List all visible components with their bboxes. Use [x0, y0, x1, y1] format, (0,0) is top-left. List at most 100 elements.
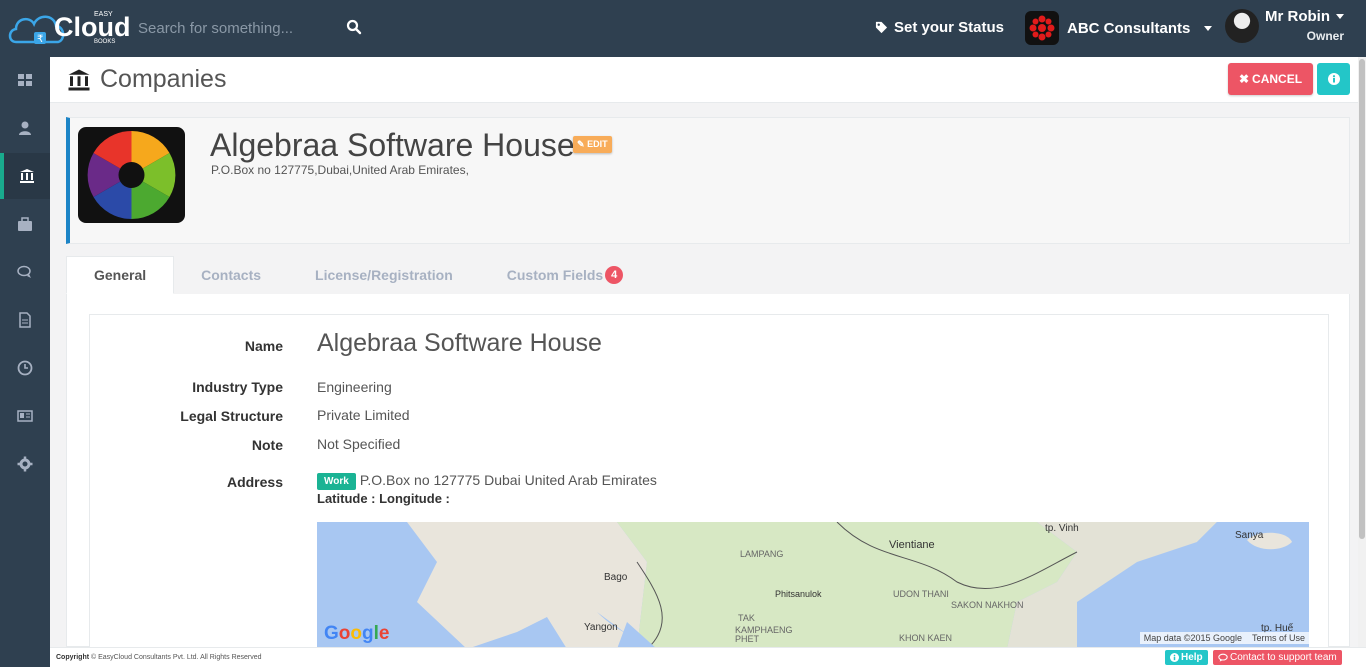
sidebar-item-companies[interactable] — [0, 153, 50, 199]
user-name: Mr Robin — [1265, 8, 1330, 25]
cancel-button[interactable]: ✖ CANCEL — [1228, 63, 1313, 95]
bank-icon — [20, 169, 34, 183]
map-attribution: Map data ©2015 Google Terms of Use — [1139, 632, 1309, 644]
address-value-row: Work P.O.Box no 127775 Dubai United Arab … — [317, 472, 657, 490]
custom-fields-count-badge: 4 — [605, 266, 624, 284]
help-button[interactable]: Help — [1165, 650, 1208, 665]
support-label: Contact to support team — [1230, 652, 1337, 663]
logo-sub: BOOKS — [94, 39, 116, 45]
bank-icon — [68, 69, 90, 90]
sidebar-item-settings[interactable] — [0, 441, 50, 487]
clock-icon — [17, 360, 33, 376]
sidebar-item-dashboard[interactable] — [0, 57, 50, 103]
page-scrollbar[interactable] — [1358, 57, 1366, 647]
name-label: Name — [244, 338, 283, 354]
tab-contacts[interactable]: Contacts — [174, 256, 288, 294]
footer: Copyright © EasyCloud Consultants Pvt. L… — [50, 647, 1366, 667]
search-bar[interactable]: Search for something... — [138, 16, 368, 40]
info-icon — [1170, 653, 1179, 662]
id-card-icon — [17, 410, 33, 422]
sidebar — [0, 57, 50, 667]
sidebar-item-contacts[interactable] — [0, 393, 50, 439]
sidebar-item-users[interactable] — [0, 105, 50, 151]
document-icon — [19, 312, 31, 328]
legal-structure-value: Private Limited — [317, 407, 410, 423]
map-label-tak: TAK — [738, 613, 755, 623]
tabs: General Contacts License/Registration Cu… — [66, 256, 1350, 294]
industry-type-value: Engineering — [317, 379, 392, 395]
sidebar-item-timesheet[interactable] — [0, 345, 50, 391]
sidebar-item-messages[interactable] — [0, 249, 50, 295]
address-map[interactable]: tp. Vinh Sanya Vientiane LAMPANG Bago Ph… — [317, 522, 1309, 649]
copyright-rest: © EasyCloud Consultants Pvt. Ltd. All Ri… — [91, 654, 262, 661]
company-switcher-name: ABC Consultants — [1067, 19, 1191, 37]
company-details: Name Algebraa Software House Industry Ty… — [89, 314, 1329, 667]
map-label-sakon-nakhon: SAKON NAKHON — [951, 600, 1024, 610]
copyright-bold: Copyright — [56, 654, 90, 661]
edit-button[interactable]: ✎ EDIT — [573, 136, 612, 153]
company-logo — [78, 127, 185, 223]
company-switcher[interactable]: ABC Consultants — [1025, 11, 1213, 45]
chevron-down-icon — [1336, 14, 1344, 20]
tab-contacts-label: Contacts — [201, 267, 262, 283]
note-value: Not Specified — [317, 436, 401, 452]
dashboard-icon — [18, 74, 32, 86]
gear-icon — [17, 456, 33, 472]
tab-custom-fields[interactable]: Custom Fields 4 — [480, 256, 650, 294]
page-title-text: Companies — [100, 65, 227, 93]
map-label-udon-thani: UDON THANI — [893, 589, 949, 599]
page-title: Companies — [66, 65, 226, 94]
scrollbar-thumb[interactable] — [1359, 59, 1365, 539]
map-label-lampang: LAMPANG — [740, 549, 784, 559]
copyright-text: Copyright © EasyCloud Consultants Pvt. L… — [56, 654, 262, 661]
tab-license-registration[interactable]: License/Registration — [288, 256, 480, 294]
company-profile-card: Algebraa Software House ✎ EDIT P.O.Box n… — [66, 117, 1350, 244]
map-data-credit: Map data ©2015 Google — [1143, 633, 1242, 643]
map-terms-link[interactable]: Terms of Use — [1252, 633, 1305, 643]
map-label-bago: Bago — [604, 572, 628, 583]
map-label-khon-kaen: KHON KAEN — [899, 633, 953, 643]
edit-label: EDIT — [587, 139, 608, 149]
sidebar-item-documents[interactable] — [0, 297, 50, 343]
set-status-label: Set your Status — [894, 19, 1005, 36]
map-label-kamphaeng-phet: KAMPHAENG PHET — [735, 625, 793, 644]
company-name-heading: Algebraa Software House — [210, 127, 575, 163]
comment-icon — [1218, 653, 1228, 662]
tab-license-label: License/Registration — [315, 267, 453, 283]
tab-general-label: General — [94, 267, 147, 283]
page-header: Companies ✖ CANCEL — [50, 57, 1366, 103]
map-label-vinh: tp. Vinh — [1045, 523, 1079, 534]
industry-type-label: Industry Type — [192, 379, 283, 395]
tag-icon — [875, 21, 888, 34]
google-logo: Google — [324, 623, 390, 644]
search-input[interactable]: Search for something... — [138, 20, 293, 37]
easy-cloud-books-logo[interactable]: ₹ Cloud EASY BOOKS — [8, 6, 132, 52]
logo-text: Cloud — [54, 12, 131, 42]
company-switcher-logo — [1025, 11, 1059, 45]
help-label: Help — [1181, 652, 1203, 663]
address-type-badge: Work — [317, 472, 356, 490]
top-navbar: ₹ Cloud EASY BOOKS Search for something.… — [0, 0, 1366, 57]
search-icon[interactable] — [346, 19, 362, 35]
logo-super: EASY — [94, 11, 113, 18]
map-label-yangon: Yangon — [584, 622, 618, 633]
main-content: Companies ✖ CANCEL Algebraa Software Hou… — [50, 57, 1366, 667]
cancel-label: CANCEL — [1252, 72, 1303, 86]
company-address: P.O.Box no 127775,Dubai,United Arab Emir… — [211, 163, 469, 177]
map-label-vientiane: Vientiane — [889, 539, 935, 551]
svg-text:₹: ₹ — [37, 34, 43, 45]
info-button[interactable] — [1317, 63, 1350, 95]
user-role: Owner — [1306, 29, 1344, 43]
avatar — [1225, 8, 1259, 43]
set-status-link[interactable]: Set your Status — [875, 19, 1004, 36]
user-menu[interactable]: Mr Robin Owner — [1225, 8, 1344, 43]
briefcase-icon — [18, 217, 32, 231]
address-label: Address — [226, 474, 283, 490]
contact-support-button[interactable]: Contact to support team — [1213, 650, 1342, 665]
map-label-sanya: Sanya — [1235, 530, 1264, 541]
user-icon — [19, 121, 31, 135]
tab-general[interactable]: General — [66, 256, 175, 294]
sidebar-item-projects[interactable] — [0, 201, 50, 247]
map-label-phitsanulok: Phitsanulok — [775, 589, 822, 599]
edit-icon: ✎ — [577, 139, 585, 149]
